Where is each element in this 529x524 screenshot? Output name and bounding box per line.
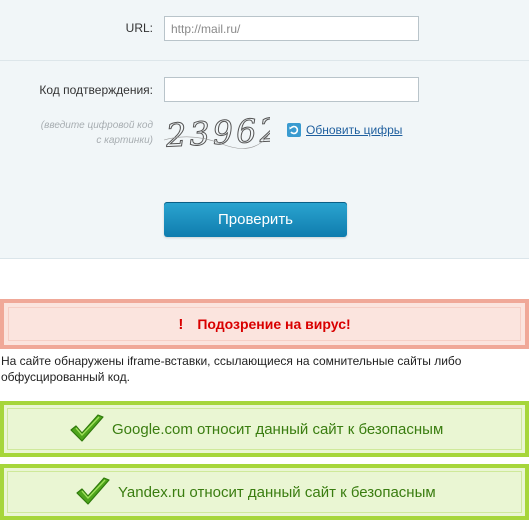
yandex-safe-text: Yandex.ru относит данный сайт к безопасн… — [118, 483, 436, 501]
yandex-safe-box: Yandex.ru относит данный сайт к безопасн… — [0, 464, 529, 520]
google-safe-row: Google.com относит данный сайт к безопас… — [68, 405, 443, 453]
url-input[interactable] — [164, 16, 419, 41]
captcha-hint-line2: с картинки) — [96, 135, 153, 146]
google-safe-text: Google.com относит данный сайт к безопас… — [112, 420, 444, 438]
captcha-image: 23962 — [164, 110, 270, 155]
virus-alert-box: ! Подозрение на вирус! — [0, 299, 529, 349]
checkmark-icon — [76, 477, 110, 505]
check-form-panel: URL: Код подтверждения: (введите цифрово… — [0, 0, 529, 259]
alert-title: Подозрение на вирус! — [197, 316, 351, 332]
refresh-captcha-label[interactable]: Обновить цифры — [306, 123, 402, 137]
google-safe-box: Google.com относит данный сайт к безопас… — [0, 401, 529, 457]
checkmark-icon — [70, 414, 104, 442]
url-label: URL: — [125, 21, 153, 35]
alert-description: На сайте обнаружены iframe-вставки, ссыл… — [1, 354, 462, 384]
captcha-code-input[interactable] — [164, 77, 419, 102]
form-divider — [0, 60, 529, 61]
yandex-safe-row: Yandex.ru относит данный сайт к безопасн… — [74, 468, 436, 516]
code-label: Код подтверждения: — [39, 83, 153, 97]
refresh-icon — [287, 123, 301, 137]
refresh-captcha-link[interactable]: Обновить цифры — [287, 123, 402, 137]
captcha-digits: 23962 — [164, 111, 270, 155]
captcha-hint-line1: (введите цифровой код — [40, 120, 153, 131]
captcha-hint: (введите цифровой код с картинки) — [13, 118, 153, 148]
check-button[interactable]: Проверить — [164, 202, 347, 237]
alert-exclamation-icon: ! — [178, 315, 184, 333]
